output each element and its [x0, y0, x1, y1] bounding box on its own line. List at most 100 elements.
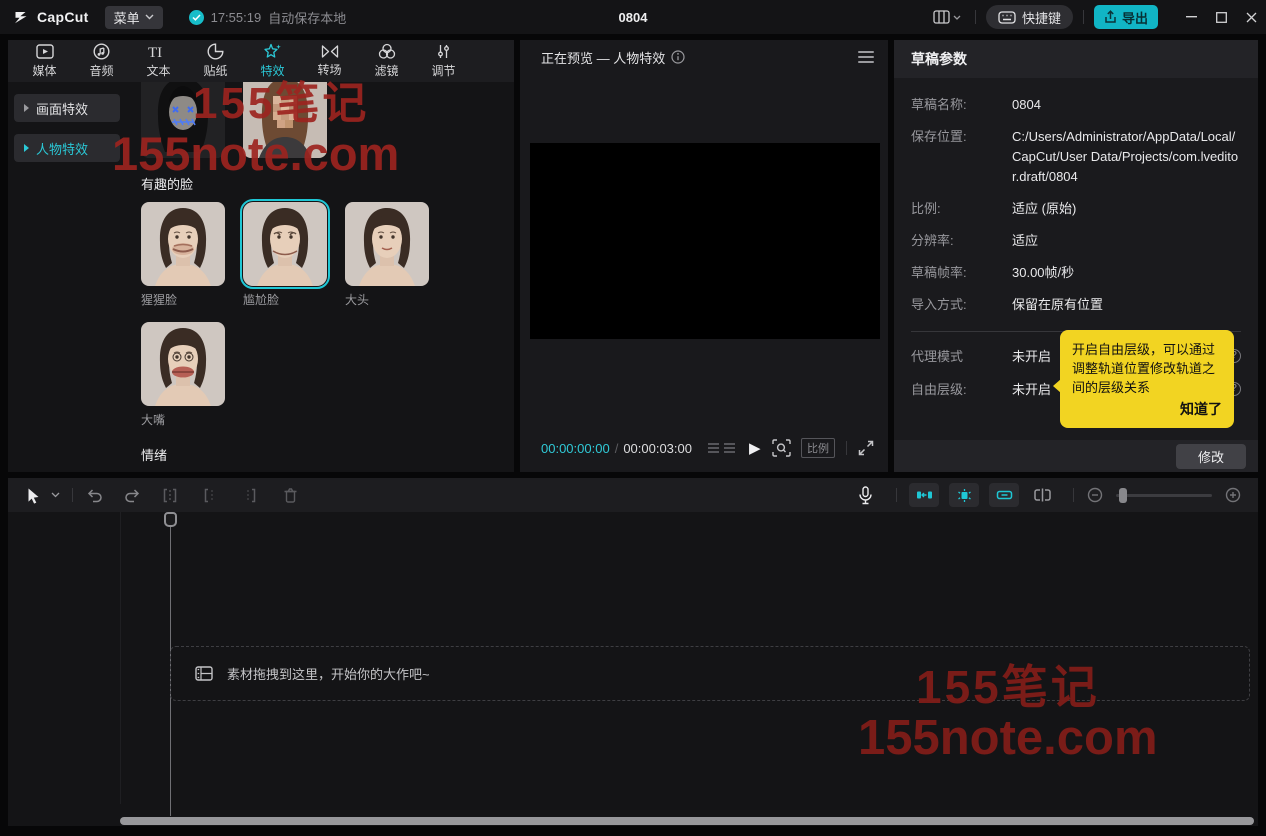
- maximize-button[interactable]: [1206, 0, 1236, 34]
- drop-zone-message: 素材拖拽到这里，开始你的大作吧~: [227, 664, 430, 683]
- tab-media[interactable]: 媒体: [16, 43, 73, 79]
- preview-panel: 正在预览 — 人物特效 00:00:00:00 / 00:00:03:00 ▶ …: [520, 40, 888, 472]
- timeline-toolbar: [8, 478, 1258, 512]
- effects-icon: [264, 43, 282, 60]
- effect-card-neon-graffiti[interactable]: 霓虹涂鸦: [141, 82, 225, 160]
- category-character-effects[interactable]: 人物特效: [14, 134, 120, 162]
- zoom-slider-handle[interactable]: [1119, 488, 1127, 503]
- autosave-label: 自动保存本地: [268, 8, 346, 27]
- param-value: 未开启: [1012, 346, 1051, 365]
- quality-icon[interactable]: [708, 443, 735, 454]
- play-button[interactable]: ▶: [749, 439, 761, 457]
- section-title-funny-faces: 有趣的脸: [141, 174, 514, 193]
- tab-transition[interactable]: 转场: [301, 44, 358, 78]
- chevron-down-icon: [51, 492, 60, 498]
- total-time: 00:00:03:00: [623, 441, 692, 456]
- redo-button[interactable]: [119, 482, 145, 508]
- capcut-logo-icon: [14, 9, 31, 26]
- effect-name: 猩猩脸: [141, 291, 225, 308]
- close-button[interactable]: [1236, 0, 1266, 34]
- export-label: 导出: [1122, 8, 1148, 27]
- timeline-zoom-slider[interactable]: [1116, 494, 1212, 497]
- autosave-check-icon: [189, 10, 204, 25]
- preview-axis-toggle-button[interactable]: [989, 483, 1019, 507]
- tab-label: 调节: [431, 62, 455, 79]
- tab-adjust[interactable]: 调节: [415, 43, 472, 79]
- microphone-icon: [858, 486, 873, 505]
- linkage-icon: [956, 488, 973, 503]
- fullscreen-icon[interactable]: [858, 440, 874, 456]
- autosave-time: 17:55:19: [211, 10, 262, 25]
- modify-button[interactable]: 修改: [1176, 444, 1246, 469]
- tab-filter[interactable]: 滤镜: [358, 43, 415, 79]
- select-tool-button[interactable]: [20, 482, 46, 508]
- draft-params-panel: 草稿参数 草稿名称: 0804 保存位置: C:/Users/Administr…: [894, 40, 1258, 472]
- category-label: 画面特效: [36, 99, 88, 118]
- export-button[interactable]: 导出: [1094, 5, 1158, 29]
- linkage-toggle-button[interactable]: [949, 483, 979, 507]
- shortcuts-button[interactable]: 快捷键: [986, 5, 1073, 29]
- tooltip-text: 开启自由层级，可以通过调整轨道位置修改轨道之间的层级关系: [1072, 340, 1222, 397]
- param-value: 0804: [1012, 95, 1241, 115]
- document-title: 0804: [619, 10, 648, 25]
- redo-icon: [124, 488, 141, 502]
- tooltip-confirm-button[interactable]: 知道了: [1072, 400, 1222, 419]
- divider: [1073, 488, 1074, 502]
- effect-card-face-mosaic[interactable]: 脸部马赛克: [243, 82, 327, 160]
- param-row-resolution: 分辨率: 适应: [911, 231, 1241, 251]
- layout-switch-button[interactable]: [929, 10, 965, 24]
- expand-arrow-icon: [24, 104, 29, 112]
- undo-button[interactable]: [81, 482, 107, 508]
- video-canvas[interactable]: [530, 143, 880, 339]
- effect-thumbnail: [243, 202, 327, 286]
- effect-thumbnail: [345, 202, 429, 286]
- tab-sticker[interactable]: 贴纸: [187, 43, 244, 79]
- effect-card-awkward-face[interactable]: 尴尬脸: [243, 202, 327, 308]
- delete-right-button[interactable]: [237, 482, 263, 508]
- horizontal-scrollbar[interactable]: [120, 817, 1254, 825]
- snap-toggle-button[interactable]: [909, 483, 939, 507]
- param-value: 未开启: [1012, 379, 1051, 398]
- effect-card-big-mouth[interactable]: 大嘴: [141, 322, 225, 428]
- param-row-framerate: 草稿帧率: 30.00帧/秒: [911, 263, 1241, 283]
- params-footer: 修改: [894, 440, 1258, 472]
- minimize-button[interactable]: [1176, 0, 1206, 34]
- svg-text:TI: TI: [148, 45, 162, 61]
- shortcuts-label: 快捷键: [1022, 8, 1061, 27]
- effect-thumbnail: [243, 82, 327, 158]
- delete-button[interactable]: [277, 482, 303, 508]
- menu-button[interactable]: 菜单: [105, 6, 163, 29]
- zoom-in-button[interactable]: [1220, 482, 1246, 508]
- ratio-button[interactable]: 比例: [801, 438, 835, 458]
- tab-label: 特效: [260, 62, 284, 79]
- app-name: CapCut: [37, 9, 89, 25]
- divider: [846, 441, 847, 455]
- media-drop-zone[interactable]: 素材拖拽到这里，开始你的大作吧~: [170, 646, 1250, 701]
- undo-icon: [86, 488, 103, 502]
- focus-frame-icon[interactable]: [772, 439, 791, 457]
- current-time: 00:00:00:00: [541, 441, 610, 456]
- split-icon: [162, 488, 178, 503]
- tab-audio[interactable]: 音频: [73, 43, 130, 79]
- playhead-handle[interactable]: [164, 512, 177, 527]
- select-tool-dropdown[interactable]: [46, 482, 64, 508]
- record-voiceover-button[interactable]: [852, 482, 878, 508]
- param-label: 保存位置:: [911, 127, 1012, 187]
- text-icon: TI: [148, 43, 170, 60]
- delete-left-button[interactable]: [197, 482, 223, 508]
- split-button[interactable]: [157, 482, 183, 508]
- param-value: 适应: [1012, 231, 1241, 251]
- snap-icon: [916, 489, 933, 501]
- info-icon[interactable]: [671, 50, 685, 64]
- timeline-panel: 素材拖拽到这里，开始你的大作吧~: [8, 478, 1258, 826]
- category-screen-effects[interactable]: 画面特效: [14, 94, 120, 122]
- zoom-out-button[interactable]: [1082, 482, 1108, 508]
- tab-effects[interactable]: 特效: [244, 43, 301, 79]
- preview-menu-icon[interactable]: [858, 51, 874, 63]
- divider: [896, 488, 897, 502]
- effect-card-big-head[interactable]: 大头: [345, 202, 429, 308]
- tab-text[interactable]: TI 文本: [130, 43, 187, 79]
- delete-left-icon: [202, 488, 218, 503]
- effect-card-gorilla-face[interactable]: 猩猩脸: [141, 202, 225, 308]
- main-track-magnet-button[interactable]: [1029, 482, 1055, 508]
